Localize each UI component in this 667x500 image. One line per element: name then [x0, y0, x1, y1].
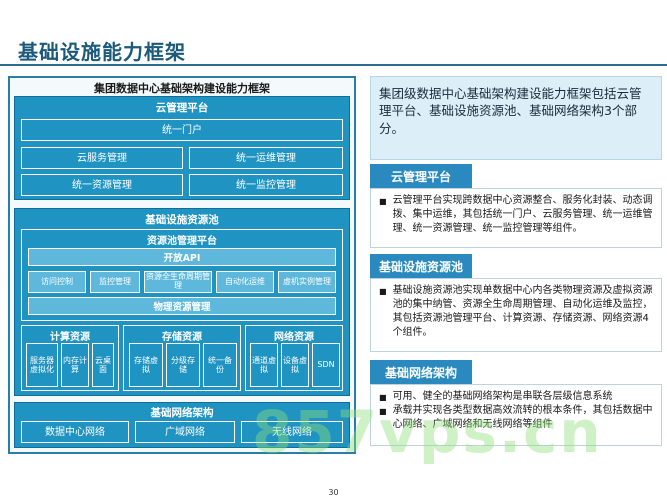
- cloud-service-box: 云服务管理: [21, 147, 183, 169]
- network-resources-panel: 网络资源 通道虚拟 设备虚拟 SDN: [245, 325, 343, 391]
- cloud-desktop-box: 云桌面: [92, 343, 114, 387]
- unified-resource-box: 统一资源管理: [21, 174, 183, 196]
- bullet-text: 基础设施资源池实现单数据中心内各类物理资源及虚拟资源池的集中纳管、资源全生命周期…: [392, 285, 653, 338]
- dc-network-box: 数据中心网络: [21, 421, 129, 443]
- bullet-text: 云管理平台实现跨数据中心资源整合、服务化封装、动态调拨、集中运维，其包括统一门户…: [392, 195, 653, 234]
- section-heading-pool: 基础设施资源池: [370, 254, 472, 278]
- storage-title: 存储资源: [162, 332, 202, 343]
- bullet-square-icon: ■: [379, 287, 387, 296]
- bullet-square-icon: ■: [379, 197, 387, 206]
- slide-title: 基础设施能力框架: [18, 40, 186, 64]
- unified-ops-box: 统一运维管理: [189, 147, 343, 169]
- bullet-item: ■ 云管理平台实现跨数据中心资源整合、服务化封装、动态调拨、集中运维，其包括统一…: [379, 194, 653, 236]
- sdn-box: SDN: [312, 343, 340, 387]
- resource-pool-panel: 基础设施资源池 资源池管理平台 开放API 访问控制 监控管理 资源全生命周期管…: [14, 208, 350, 396]
- diagram-title: 集团数据中心基础架构建设能力框架: [94, 82, 270, 95]
- cloud-panel-title: 云管理平台: [155, 102, 209, 114]
- monitoring-tile: 监控管理: [90, 271, 140, 293]
- section-body-pool: ■ 基础设施资源池实现单数据中心内各类物理资源及虚拟资源池的集中纳管、资源全生命…: [370, 278, 662, 352]
- channel-virtual-box: 通道虚拟: [250, 343, 278, 387]
- wan-box: 广域网络: [135, 421, 235, 443]
- storage-resources-panel: 存储资源 存储虚拟 分级存储 统一备份: [123, 325, 241, 391]
- watermark-text: 857vps.cn: [252, 398, 603, 466]
- storage-virtual-box: 存储虚拟: [129, 343, 163, 387]
- in-memory-compute-box: 内存计算: [61, 343, 89, 387]
- physical-resource-bar: 物理资源管理: [28, 297, 336, 315]
- section-body-cloud: ■ 云管理平台实现跨数据中心资源整合、服务化封装、动态调拨、集中运维，其包括统一…: [370, 188, 662, 248]
- automation-tile: 自动化运维: [216, 271, 274, 293]
- pool-panel-title: 基础设施资源池: [145, 214, 219, 226]
- compute-resources-panel: 计算资源 服务器虚拟化 内存计算 云桌面: [21, 325, 119, 391]
- pool-platform-title: 资源池管理平台: [147, 236, 217, 247]
- summary-box: 集团级数据中心基础架构建设能力框架包括云管理平台、基础设施资源池、基础网络架构3…: [370, 76, 662, 160]
- section-heading-network: 基础网络架构: [370, 360, 472, 384]
- access-control-tile: 访问控制: [28, 271, 86, 293]
- pool-platform-panel: 资源池管理平台 开放API 访问控制 监控管理 资源全生命周期管理 自动化运维 …: [21, 229, 343, 321]
- server-virtualization-box: 服务器虚拟化: [26, 343, 58, 387]
- tiered-storage-box: 分级存储: [166, 343, 200, 387]
- open-api-bar: 开放API: [28, 248, 336, 266]
- page-number: 30: [328, 488, 339, 497]
- bullet-item: ■ 基础设施资源池实现单数据中心内各类物理资源及虚拟资源池的集中纳管、资源全生命…: [379, 284, 653, 340]
- compute-title: 计算资源: [50, 332, 90, 343]
- section-heading-cloud: 云管理平台: [370, 164, 472, 188]
- lifecycle-tile: 资源全生命周期管理: [144, 271, 212, 293]
- vm-instance-tile: 虚机实例管理: [278, 271, 336, 293]
- unified-monitor-box: 统一监控管理: [189, 174, 343, 196]
- unified-portal-box: 统一门户: [21, 119, 343, 141]
- unified-backup-box: 统一备份: [203, 343, 237, 387]
- device-virtual-box: 设备虚拟: [281, 343, 309, 387]
- network-title: 网络资源: [274, 332, 314, 343]
- title-divider: [0, 64, 667, 66]
- cloud-management-panel: 云管理平台 统一门户 云服务管理 统一运维管理 统一资源管理 统一监控管理: [14, 96, 350, 200]
